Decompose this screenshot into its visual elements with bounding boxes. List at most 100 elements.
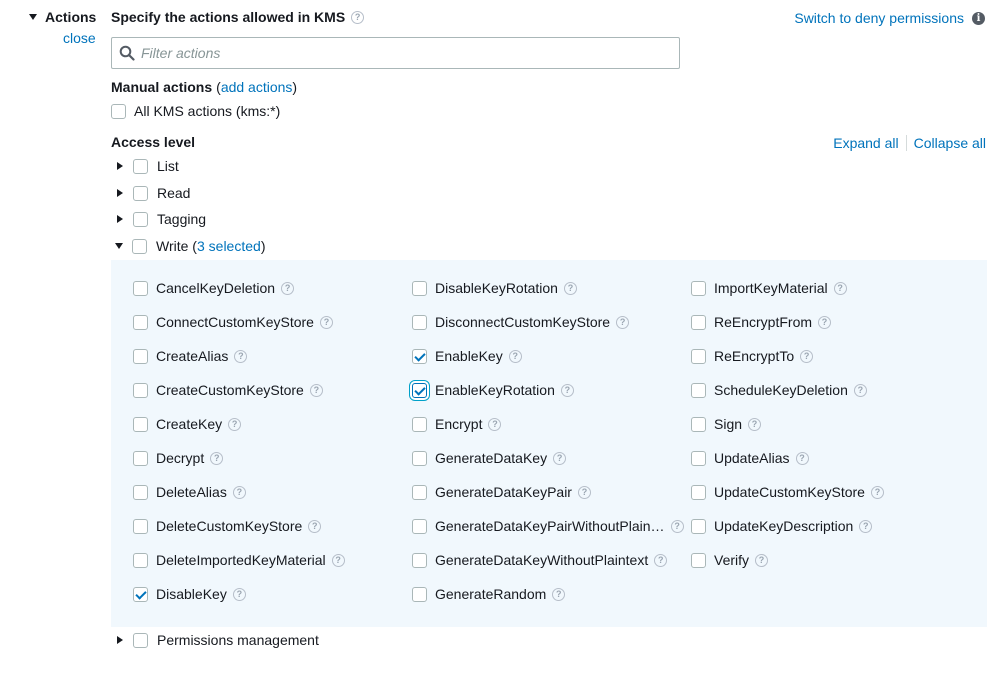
help-icon[interactable]: ?	[818, 315, 832, 329]
write-action-item[interactable]: ReEncryptTo?	[691, 348, 814, 364]
close-link[interactable]: close	[63, 30, 96, 46]
help-icon[interactable]: ?	[654, 553, 668, 567]
help-icon[interactable]: ?	[563, 281, 577, 295]
collapse-all-link[interactable]: Collapse all	[914, 135, 986, 151]
help-icon[interactable]: ?	[508, 349, 522, 363]
access-group-write[interactable]: Write ( 3 selected )	[115, 238, 265, 254]
expand-all-link[interactable]: Expand all	[833, 135, 898, 151]
access-group-list[interactable]: List	[117, 158, 179, 174]
write-action-item[interactable]: DisableKeyRotation?	[412, 280, 577, 296]
help-icon[interactable]: ?	[859, 519, 873, 533]
write-action-item[interactable]: EnableKey?	[412, 348, 522, 364]
group-checkbox-write[interactable]	[132, 238, 147, 254]
expand-icon[interactable]	[117, 162, 123, 170]
write-action-item[interactable]: CreateCustomKeyStore?	[133, 382, 323, 398]
help-icon[interactable]: ?	[560, 383, 574, 397]
help-icon[interactable]: ?	[308, 519, 322, 533]
help-icon[interactable]: ?	[351, 10, 365, 24]
help-icon[interactable]: ?	[853, 383, 867, 397]
group-checkbox-read[interactable]	[133, 185, 148, 201]
write-action-item[interactable]: GenerateDataKeyPairWithoutPlain…?	[412, 518, 684, 534]
help-icon[interactable]: ?	[616, 315, 630, 329]
write-action-checkbox[interactable]	[412, 586, 427, 602]
help-icon[interactable]: ?	[210, 451, 224, 465]
write-action-item[interactable]: GenerateDataKey?	[412, 450, 567, 466]
write-action-checkbox[interactable]	[133, 586, 148, 602]
write-action-checkbox[interactable]	[412, 484, 427, 500]
filter-actions-field[interactable]	[111, 37, 680, 69]
help-icon[interactable]: ?	[234, 349, 248, 363]
write-action-item[interactable]: GenerateRandom?	[412, 586, 566, 602]
write-action-item[interactable]: ImportKeyMaterial?	[691, 280, 847, 296]
write-action-checkbox[interactable]	[133, 484, 148, 500]
write-action-checkbox[interactable]	[133, 382, 148, 398]
group-checkbox-tagging[interactable]	[133, 211, 148, 227]
write-action-checkbox[interactable]	[691, 518, 706, 534]
help-icon[interactable]: ?	[748, 417, 762, 431]
write-action-checkbox[interactable]	[691, 552, 706, 568]
help-icon[interactable]: ?	[552, 587, 566, 601]
write-action-checkbox[interactable]	[412, 314, 427, 330]
access-group-permissions-management[interactable]: Permissions management	[117, 632, 319, 648]
help-icon[interactable]: ?	[800, 349, 814, 363]
write-action-item[interactable]: GenerateDataKeyPair?	[412, 484, 591, 500]
write-action-item[interactable]: CreateKey?	[133, 416, 242, 432]
write-action-item[interactable]: DisableKey?	[133, 586, 246, 602]
help-icon[interactable]: ?	[232, 587, 246, 601]
write-action-item[interactable]: DeleteImportedKeyMaterial?	[133, 552, 345, 568]
write-action-item[interactable]: EnableKeyRotation?	[412, 382, 574, 398]
write-action-checkbox[interactable]	[412, 416, 427, 432]
write-action-checkbox[interactable]	[133, 518, 148, 534]
write-action-item[interactable]: UpdateAlias?	[691, 450, 809, 466]
write-action-checkbox[interactable]	[412, 280, 427, 296]
write-action-item[interactable]: ConnectCustomKeyStore?	[133, 314, 333, 330]
all-kms-actions-checkbox-row[interactable]: All KMS actions (kms:*)	[111, 103, 280, 119]
write-action-checkbox[interactable]	[133, 280, 148, 296]
write-action-checkbox[interactable]	[133, 450, 148, 466]
group-checkbox-list[interactable]	[133, 158, 148, 174]
group-checkbox-permissions-management[interactable]	[133, 632, 148, 648]
write-action-checkbox[interactable]	[412, 552, 427, 568]
write-action-checkbox[interactable]	[133, 552, 148, 568]
write-action-checkbox[interactable]	[691, 382, 706, 398]
help-icon[interactable]: ?	[228, 417, 242, 431]
help-icon[interactable]: ?	[488, 417, 502, 431]
all-kms-actions-checkbox[interactable]	[111, 103, 126, 119]
write-action-checkbox[interactable]	[133, 348, 148, 364]
write-action-item[interactable]: Verify?	[691, 552, 769, 568]
help-icon[interactable]: ?	[319, 315, 333, 329]
help-icon[interactable]: ?	[755, 553, 769, 567]
switch-deny-link[interactable]: Switch to deny permissions	[794, 10, 964, 26]
access-group-tagging[interactable]: Tagging	[117, 211, 206, 227]
write-action-checkbox[interactable]	[691, 416, 706, 432]
help-icon[interactable]: ?	[795, 451, 809, 465]
write-action-item[interactable]: DisconnectCustomKeyStore?	[412, 314, 630, 330]
write-action-checkbox[interactable]	[691, 280, 706, 296]
write-action-item[interactable]: CreateAlias?	[133, 348, 248, 364]
help-icon[interactable]: ?	[309, 383, 323, 397]
help-icon[interactable]: ?	[232, 485, 246, 499]
expand-icon[interactable]	[117, 636, 123, 644]
write-action-checkbox[interactable]	[133, 416, 148, 432]
write-action-checkbox[interactable]	[412, 450, 427, 466]
help-icon[interactable]: ?	[833, 281, 847, 295]
write-action-item[interactable]: Encrypt?	[412, 416, 502, 432]
write-action-checkbox[interactable]	[691, 348, 706, 364]
write-action-item[interactable]: ScheduleKeyDeletion?	[691, 382, 867, 398]
help-icon[interactable]: ?	[870, 485, 884, 499]
help-icon[interactable]: ?	[553, 451, 567, 465]
write-action-item[interactable]: DeleteAlias?	[133, 484, 246, 500]
section-collapse-icon[interactable]	[29, 14, 37, 20]
help-icon[interactable]: ?	[331, 553, 345, 567]
write-action-item[interactable]: ReEncryptFrom?	[691, 314, 832, 330]
write-action-checkbox[interactable]	[412, 348, 427, 364]
expand-icon[interactable]	[117, 189, 123, 197]
collapse-icon[interactable]	[115, 243, 123, 249]
write-action-item[interactable]: UpdateCustomKeyStore?	[691, 484, 884, 500]
write-action-item[interactable]: GenerateDataKeyWithoutPlaintext?	[412, 552, 668, 568]
filter-actions-input[interactable]	[139, 44, 669, 62]
write-action-checkbox[interactable]	[691, 314, 706, 330]
help-icon[interactable]: ?	[577, 485, 591, 499]
help-icon[interactable]: ?	[670, 519, 684, 533]
write-action-checkbox[interactable]	[691, 450, 706, 466]
